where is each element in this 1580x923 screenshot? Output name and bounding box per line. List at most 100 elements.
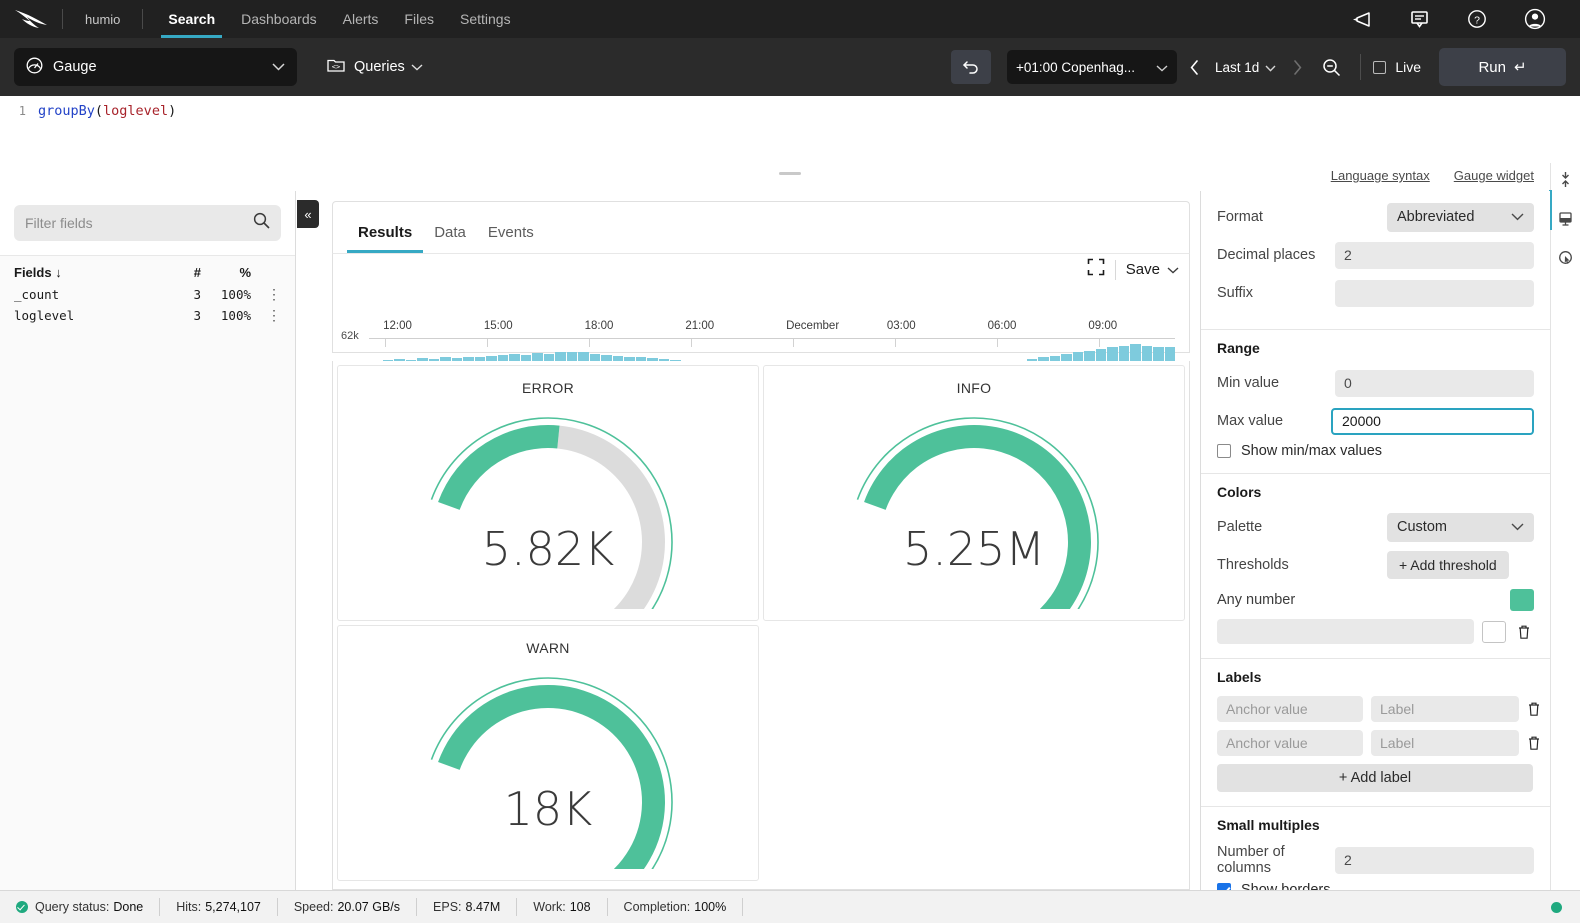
chat-icon[interactable] [1390, 10, 1448, 28]
live-checkbox[interactable] [1373, 60, 1387, 74]
svg-text:<>: <> [332, 63, 340, 71]
query-editor[interactable]: 1 groupBy(loglevel) [0, 96, 1580, 163]
run-button[interactable]: Run ↵ [1439, 48, 1566, 86]
field-row-loglevel[interactable]: loglevel 3 100% ⋮ [0, 305, 295, 326]
previous-time-range-button[interactable] [1177, 50, 1211, 84]
next-time-range-button[interactable] [1280, 50, 1314, 84]
filter-fields-box[interactable] [14, 205, 281, 241]
nav-item-files[interactable]: Files [391, 0, 447, 38]
label-text-input[interactable] [1371, 696, 1519, 722]
format-row: Format Abbreviated [1217, 201, 1534, 233]
show-minmax-checkbox[interactable] [1217, 444, 1231, 458]
tab-data[interactable]: Data [423, 224, 477, 253]
eps-label: EPS: [433, 900, 462, 914]
fields-header-count[interactable]: # [161, 265, 201, 280]
format-select[interactable]: Abbreviated [1387, 202, 1534, 232]
save-button[interactable]: Save [1126, 261, 1179, 278]
labels-title: Labels [1217, 669, 1262, 685]
trash-icon[interactable] [1527, 735, 1541, 751]
results-tabs-card: Results Data Events [332, 201, 1190, 253]
eps-item: EPS: 8.47M [417, 891, 516, 923]
trash-icon[interactable] [1527, 701, 1541, 717]
gauge-cell: ERROR 5.82K [337, 365, 759, 621]
account-icon[interactable] [1506, 8, 1564, 30]
widget-type-select[interactable]: Gauge [14, 48, 297, 86]
threshold-value-input[interactable] [1217, 619, 1474, 644]
gauge-grid: ERROR 5.82K INFO 5.25M WARN 18K [332, 361, 1190, 890]
show-borders-checkbox[interactable] [1217, 883, 1231, 890]
fields-header-name-label: Fields [14, 265, 52, 280]
nav-item-search[interactable]: Search [155, 0, 228, 38]
max-value-input[interactable] [1331, 407, 1534, 435]
decimal-places-row: Decimal places [1217, 239, 1534, 271]
fields-header-percent[interactable]: % [201, 265, 251, 280]
threshold-color-swatch[interactable] [1482, 620, 1506, 643]
resize-grip [779, 172, 801, 175]
any-number-color-swatch[interactable] [1510, 589, 1534, 611]
megaphone-icon[interactable] [1332, 11, 1390, 27]
decimal-places-input[interactable] [1335, 241, 1534, 269]
nav-item-dashboards[interactable]: Dashboards [228, 0, 330, 38]
filter-fields-input[interactable] [25, 215, 253, 231]
trash-icon[interactable] [1514, 624, 1534, 640]
min-value-input[interactable] [1335, 369, 1534, 397]
queries-button[interactable]: <> Queries [327, 57, 423, 77]
gauge-value: 18K [503, 782, 593, 836]
timeline-tick-label: 03:00 [886, 320, 916, 332]
label-row-1 [1217, 696, 1539, 722]
org-name: humio [85, 11, 121, 27]
expand-icon[interactable] [1087, 258, 1105, 281]
collapse-vertical-icon[interactable] [1558, 171, 1573, 193]
live-toggle[interactable]: Live [1373, 59, 1421, 75]
widget-icon[interactable] [1558, 211, 1573, 232]
field-count: 3 [193, 287, 201, 302]
gauge-track [557, 425, 665, 620]
label-text-input[interactable] [1371, 730, 1519, 756]
query-token-function: groupBy [38, 103, 95, 119]
timeline-tick-mark [487, 339, 489, 347]
columns-input[interactable] [1335, 846, 1534, 874]
eps-value: 8.47M [465, 900, 501, 914]
tab-events[interactable]: Events [477, 224, 545, 253]
nav-item-settings[interactable]: Settings [447, 0, 524, 38]
chevron-down-icon [1511, 209, 1524, 225]
time-range-select[interactable]: Last 1d [1211, 60, 1280, 75]
any-number-label: Any number [1217, 592, 1296, 608]
anchor-value-input[interactable] [1217, 696, 1363, 722]
gauge-widget-link[interactable]: Gauge widget [1454, 168, 1534, 183]
add-threshold-button[interactable]: + Add threshold [1387, 551, 1509, 579]
falcon-logo-icon[interactable] [0, 8, 62, 30]
speed-value: 20.07 GB/s [337, 900, 401, 914]
tab-results[interactable]: Results [347, 224, 424, 253]
revert-button[interactable] [951, 50, 992, 84]
show-minmax-toggle[interactable]: Show min/max values [1217, 443, 1534, 459]
nav-item-alerts[interactable]: Alerts [330, 0, 392, 38]
fields-panel: Fields ↓ # % _count 3 100% ⋮ loglevel 3 … [0, 191, 296, 890]
field-kebab-menu-icon[interactable]: ⋮ [251, 286, 281, 303]
gauge-fill [438, 425, 560, 510]
show-borders-toggle[interactable]: Show borders [1217, 882, 1534, 890]
inspect-icon[interactable] [1558, 250, 1574, 271]
palette-select[interactable]: Custom [1387, 512, 1534, 542]
timeline-chart[interactable]: 62k 12:00 15:00 18:00 21:00 December 03:00 06:… [333, 292, 1183, 394]
timeline-tick-label: 12:00 [383, 320, 412, 332]
collapse-sidebar-button[interactable]: « [297, 200, 319, 228]
add-label-button[interactable]: + Add label [1217, 764, 1533, 792]
timezone-select[interactable]: +01:00 Copenhag... [1007, 50, 1178, 84]
query-code[interactable]: groupBy(loglevel) [38, 103, 176, 119]
suffix-label: Suffix [1217, 285, 1254, 301]
language-syntax-link[interactable]: Language syntax [1331, 168, 1430, 183]
sort-descending-icon[interactable]: ↓ [55, 265, 62, 280]
hits-value: 5,274,107 [205, 900, 261, 914]
field-kebab-menu-icon[interactable]: ⋮ [251, 307, 281, 324]
help-icon[interactable]: ? [1448, 9, 1506, 29]
query-status-item: Query status: Done [0, 891, 159, 923]
field-row-count[interactable]: _count 3 100% ⋮ [0, 284, 295, 305]
status-bar: Query status: Done Hits: 5,274,107 Speed… [0, 890, 1580, 923]
fields-header-name[interactable]: Fields ↓ [14, 265, 161, 280]
connection-dot-icon [1551, 901, 1562, 913]
suffix-input[interactable] [1335, 279, 1534, 307]
anchor-value-input[interactable] [1217, 730, 1363, 756]
search-icon[interactable] [253, 212, 270, 234]
zoom-out-icon[interactable] [1314, 50, 1348, 84]
